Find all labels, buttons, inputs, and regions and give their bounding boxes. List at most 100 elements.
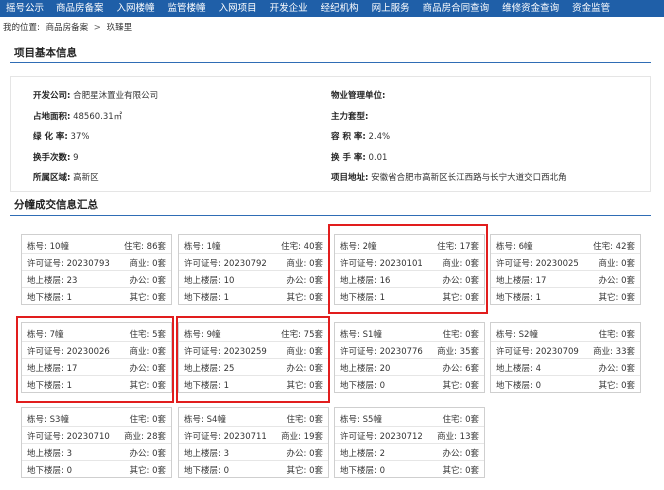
card-above-value: 2 xyxy=(379,449,385,459)
card-permit-value: 20230711 xyxy=(223,432,267,442)
card-res: 住宅: 42套 xyxy=(593,240,635,252)
card-office-value: 0套 xyxy=(621,276,635,286)
card-above: 地上楼层: 20 xyxy=(340,362,390,374)
card-below: 地下楼层: 1 xyxy=(184,291,229,303)
card-bldg: 栋号: 6幢 xyxy=(496,240,533,252)
card-office: 办公: 0套 xyxy=(130,274,167,286)
card-biz-label: 商业: xyxy=(124,432,144,442)
building-card: 栋号: 6幢 住宅: 42套许可证号: 20230025 商业: 0套地上楼层: 1… xyxy=(490,234,641,305)
nav-item-agencies[interactable]: 经纪机构 xyxy=(321,0,359,17)
card-below-label: 地下楼层: xyxy=(340,381,377,391)
card-row: 许可证号: 20230025 商业: 0套 xyxy=(496,254,635,270)
nav-item-lottery[interactable]: 摇号公示 xyxy=(6,0,44,17)
card-row: 地下楼层: 1 其它: 0套 xyxy=(184,288,323,304)
card-bldg-value: 2幢 xyxy=(362,242,377,252)
card-other: 其它: 0套 xyxy=(130,379,167,391)
card-office-label: 办公: xyxy=(442,449,463,459)
card-office-label: 办公: xyxy=(442,276,463,286)
card-res-value: 0套 xyxy=(309,415,323,425)
card-above: 地上楼层: 17 xyxy=(496,274,546,286)
card-biz-label: 商业: xyxy=(437,432,457,442)
info-area: 占地面积: 48560.31㎡ xyxy=(33,112,123,122)
card-biz: 商业: 19套 xyxy=(281,430,323,442)
card-permit-value: 20230712 xyxy=(379,432,423,442)
card-above-label: 地上楼层: xyxy=(340,364,377,374)
nav-item-fund-supervision[interactable]: 资金监管 xyxy=(572,0,610,17)
card-res-value: 0套 xyxy=(152,415,166,425)
card-row: 地下楼层: 0 其它: 0套 xyxy=(340,376,479,392)
card-below-value: 1 xyxy=(535,293,541,303)
card-other-value: 0套 xyxy=(309,466,323,476)
card-biz: 商业: 0套 xyxy=(287,257,324,269)
card-other: 其它: 0套 xyxy=(130,464,167,476)
card-res-value: 0套 xyxy=(465,330,479,340)
card-permit: 许可证号: 20230101 xyxy=(340,257,423,269)
card-row: 栋号: 7幢 住宅: 5套 xyxy=(27,325,166,341)
card-permit-label: 许可证号: xyxy=(184,432,221,442)
card-biz: 商业: 35套 xyxy=(437,345,479,357)
nav-item-net-buildings[interactable]: 入网楼幢 xyxy=(117,0,155,17)
card-biz-value: 0套 xyxy=(309,347,323,357)
card-office-label: 办公: xyxy=(442,364,463,374)
card-row: 地上楼层: 25 办公: 0套 xyxy=(184,359,323,375)
card-res: 住宅: 0套 xyxy=(599,328,636,340)
card-below-value: 0 xyxy=(66,466,72,476)
card-below: 地下楼层: 1 xyxy=(27,379,72,391)
info-green-rate: 绿 化 率: 37% xyxy=(33,132,90,142)
card-permit-label: 许可证号: xyxy=(340,347,377,357)
card-office-label: 办公: xyxy=(286,449,307,459)
breadcrumb-level1[interactable]: 商品房备案 xyxy=(46,23,89,33)
card-permit-value: 20230025 xyxy=(535,259,579,269)
card-res: 住宅: 0套 xyxy=(130,413,167,425)
nav-item-supervised-buildings[interactable]: 监管楼幢 xyxy=(168,0,206,17)
info-transfer-count: 换手次数: 9 xyxy=(33,153,79,163)
card-res-value: 5套 xyxy=(152,330,166,340)
card-row: 栋号: 10幢 住宅: 86套 xyxy=(27,237,166,253)
card-bldg-label: 栋号: xyxy=(340,242,360,252)
card-bldg-value: S4幢 xyxy=(206,415,226,425)
card-biz: 商业: 0套 xyxy=(287,345,324,357)
card-office-value: 0套 xyxy=(309,276,323,286)
nav-item-filing[interactable]: 商品房备案 xyxy=(56,0,104,17)
card-other-value: 0套 xyxy=(309,381,323,391)
card-above-value: 3 xyxy=(66,449,72,459)
card-other-value: 0套 xyxy=(465,466,479,476)
card-office: 办公: 0套 xyxy=(287,274,324,286)
nav-item-maintenance-fund[interactable]: 维修资金查询 xyxy=(502,0,559,17)
building-card: 栋号: 1幢 住宅: 40套 许可证号: 20230792 商业: 0套 地上楼层: 1… xyxy=(178,234,329,305)
card-office-value: 0套 xyxy=(465,276,479,286)
card-other-value: 0套 xyxy=(309,293,323,303)
card-permit-label: 许可证号: xyxy=(184,347,221,357)
nav-item-contract-query[interactable]: 商品房合同查询 xyxy=(423,0,490,17)
card-res: 住宅: 0套 xyxy=(443,413,480,425)
card-row: 许可证号: 20230793 商业: 0套 xyxy=(27,254,166,270)
card-res-label: 住宅: xyxy=(124,242,144,252)
card-other-value: 0套 xyxy=(152,293,166,303)
card-below: 地下楼层: 0 xyxy=(496,379,541,391)
building-card: 栋号: 9幢 住宅: 75套 许可证号: 20230259 商业: 0套 地上楼层: 2… xyxy=(178,322,329,393)
card-office: 办公: 6套 xyxy=(443,362,480,374)
nav-item-developers[interactable]: 开发企业 xyxy=(270,0,308,17)
card-row: 地上楼层: 23 办公: 0套 xyxy=(27,271,166,287)
card-row: 地上楼层: 2 办公: 0套 xyxy=(340,444,479,460)
card-biz-label: 商业: xyxy=(129,259,150,269)
card-biz: 商业: 13套 xyxy=(437,430,479,442)
nav-item-online-service[interactable]: 网上服务 xyxy=(372,0,410,17)
card-above: 地上楼层: 17 xyxy=(27,362,77,374)
card-row: 许可证号: 20230026 商业: 0套 xyxy=(27,342,166,358)
card-bldg-value: S3幢 xyxy=(49,415,69,425)
card-bldg-value: 6幢 xyxy=(518,242,533,252)
card-other-label: 其它: xyxy=(286,381,307,391)
card-below-label: 地下楼层: xyxy=(27,293,64,303)
card-permit-label: 许可证号: xyxy=(27,432,64,442)
card-row: 地下楼层: 1 其它: 0套 xyxy=(184,376,323,392)
nav-item-net-projects[interactable]: 入网项目 xyxy=(219,0,257,17)
card-permit: 许可证号: 20230711 xyxy=(184,430,267,442)
card-other-label: 其它: xyxy=(129,381,150,391)
card-permit: 许可证号: 20230793 xyxy=(27,257,110,269)
card-row: 地下楼层: 0 其它: 0套 xyxy=(184,461,323,477)
info-district: 所属区域: 高新区 xyxy=(33,173,99,183)
card-above-label: 地上楼层: xyxy=(184,364,221,374)
card-below: 地下楼层: 1 xyxy=(496,291,541,303)
card-bldg-label: 栋号: xyxy=(27,330,47,340)
